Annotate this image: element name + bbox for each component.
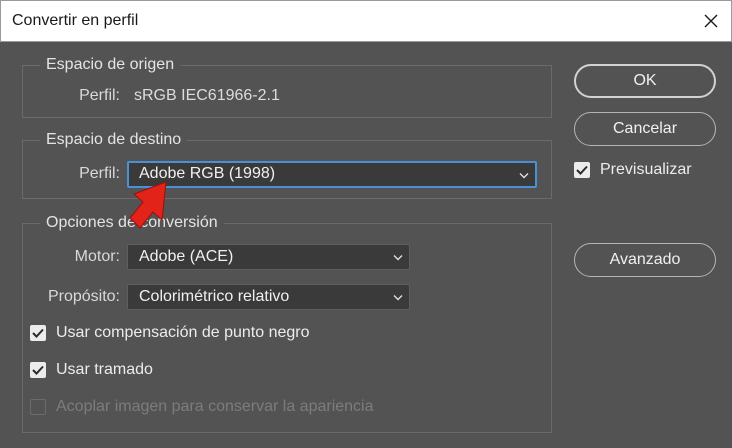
cancel-button[interactable]: Cancelar <box>574 112 716 146</box>
intent-select[interactable]: Colorimétrico relativo <box>127 284 410 310</box>
engine-select[interactable]: Adobe (ACE) <box>127 244 410 270</box>
destination-profile-select[interactable]: Adobe RGB (1998) <box>127 161 537 188</box>
intent-label: Propósito: <box>47 288 120 305</box>
intent-selected: Colorimétrico relativo <box>139 288 290 305</box>
engine-label: Motor: <box>74 248 120 265</box>
preview-label: Previsualizar <box>600 161 692 178</box>
flatten-checkbox[interactable]: Acoplar imagen para conservar la aparien… <box>30 398 374 416</box>
ok-button[interactable]: OK <box>574 64 716 98</box>
engine-selected: Adobe (ACE) <box>139 248 234 265</box>
preview-checkbox[interactable]: Previsualizar <box>574 161 692 179</box>
chevron-down-icon <box>393 295 403 301</box>
close-icon <box>704 14 718 28</box>
checkbox-box <box>30 399 46 415</box>
checkbox-box <box>30 325 46 341</box>
checkbox-box <box>574 162 590 178</box>
checkmark-icon <box>32 328 44 338</box>
close-button[interactable] <box>695 5 727 37</box>
source-profile-label: Perfil: <box>79 87 120 104</box>
dialog-title: Convertir en perfil <box>12 12 139 29</box>
checkbox-box <box>30 362 46 378</box>
destination-profile-label: Perfil: <box>79 165 120 182</box>
destination-space-legend: Espacio de destino <box>40 131 188 149</box>
dither-label: Usar tramado <box>56 361 153 378</box>
annotation-arrow-icon <box>129 181 167 229</box>
dither-checkbox[interactable]: Usar tramado <box>30 361 153 379</box>
advanced-button[interactable]: Avanzado <box>574 243 716 277</box>
black-point-checkbox[interactable]: Usar compensación de punto negro <box>30 324 310 342</box>
checkmark-icon <box>576 165 588 175</box>
black-point-label: Usar compensación de punto negro <box>56 324 310 341</box>
chevron-down-icon <box>519 173 529 179</box>
flatten-label: Acoplar imagen para conservar la aparien… <box>56 398 374 415</box>
chevron-down-icon <box>393 255 403 261</box>
source-space-legend: Espacio de origen <box>40 56 181 74</box>
title-bar: Convertir en perfil <box>0 0 732 42</box>
source-profile-value: sRGB IEC61966-2.1 <box>134 87 280 104</box>
checkmark-icon <box>32 365 44 375</box>
